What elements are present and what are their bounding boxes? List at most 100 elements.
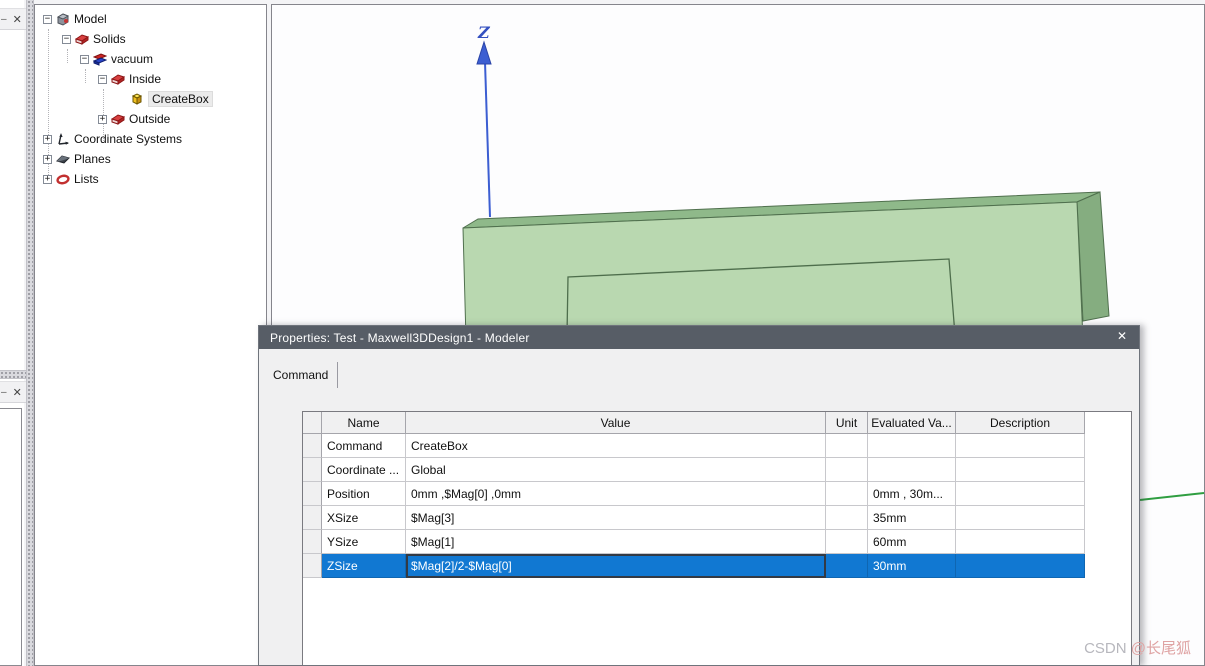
group-icon bbox=[110, 72, 126, 86]
row-header-cell[interactable] bbox=[303, 554, 322, 578]
table-row-selected[interactable]: ZSize $Mag[2]/2-$Mag[0] 30mm bbox=[303, 554, 1131, 578]
tree-item-coordinate-systems[interactable]: + Coordinate Systems bbox=[35, 129, 266, 149]
z-axis-label: Z bbox=[478, 23, 490, 42]
properties-grid: Name Value Unit Evaluated Va... Descript… bbox=[302, 411, 1132, 665]
collapse-icon[interactable]: − bbox=[98, 74, 107, 84]
row-header-cell[interactable] bbox=[303, 506, 322, 530]
table-row[interactable]: XSize $Mag[3] 35mm bbox=[303, 506, 1131, 530]
cell-description[interactable] bbox=[956, 434, 1085, 458]
tree-item-label[interactable]: vacuum bbox=[111, 52, 153, 66]
watermark-suffix: @长尾狐 bbox=[1130, 640, 1191, 657]
createbox-icon bbox=[130, 92, 144, 106]
expand-icon[interactable]: + bbox=[43, 134, 52, 144]
dialog-titlebar[interactable]: Properties: Test - Maxwell3DDesign1 - Mo… bbox=[259, 326, 1139, 349]
tree-item-label[interactable]: Lists bbox=[74, 172, 99, 186]
cell-unit[interactable] bbox=[826, 482, 868, 506]
close-icon[interactable]: ✕ bbox=[13, 386, 22, 399]
collapse-icon[interactable]: − bbox=[80, 54, 89, 64]
horizontal-splitter[interactable] bbox=[0, 370, 26, 379]
cell-evaluated bbox=[868, 434, 956, 458]
tree-item-planes[interactable]: + Planes bbox=[35, 149, 266, 169]
cell-description[interactable] bbox=[956, 458, 1085, 482]
watermark: CSDN @长尾狐 bbox=[1084, 637, 1191, 658]
cell-value[interactable]: $Mag[1] bbox=[406, 530, 826, 554]
cell-name[interactable]: Position bbox=[322, 482, 406, 506]
expand-icon[interactable]: + bbox=[43, 174, 52, 184]
watermark-prefix: CSDN bbox=[1084, 640, 1131, 657]
table-row[interactable]: Coordinate ... Global bbox=[303, 458, 1131, 482]
material-icon bbox=[92, 52, 108, 66]
dock-titlebar-bottom: – ✕ bbox=[0, 381, 26, 403]
cell-evaluated: 60mm bbox=[868, 530, 956, 554]
table-row[interactable]: Command CreateBox bbox=[303, 434, 1131, 458]
cell-value[interactable]: 0mm ,$Mag[0] ,0mm bbox=[406, 482, 826, 506]
collapse-icon[interactable]: − bbox=[62, 34, 71, 44]
tree-item-inside[interactable]: − Inside bbox=[35, 69, 266, 89]
expand-icon[interactable]: + bbox=[43, 154, 52, 164]
application-window: – ✕ – ✕ − Model − Solids − vacuum − Insi… bbox=[0, 0, 1205, 666]
row-header-cell[interactable] bbox=[303, 482, 322, 506]
tab-command[interactable]: Command bbox=[271, 362, 339, 388]
cell-name[interactable]: XSize bbox=[322, 506, 406, 530]
dock-pin-icon[interactable]: – bbox=[1, 14, 7, 25]
tree-item-label[interactable]: CreateBox bbox=[148, 91, 213, 107]
tree-item-label[interactable]: Solids bbox=[93, 32, 126, 46]
dock-titlebar-top: – ✕ bbox=[0, 8, 26, 30]
table-row[interactable]: YSize $Mag[1] 60mm bbox=[303, 530, 1131, 554]
cell-unit[interactable] bbox=[826, 554, 868, 578]
tree-item-createbox[interactable]: CreateBox bbox=[35, 89, 266, 109]
tree-item-label[interactable]: Model bbox=[74, 12, 107, 26]
row-header-cell[interactable] bbox=[303, 458, 322, 482]
cell-unit[interactable] bbox=[826, 434, 868, 458]
cell-name[interactable]: Coordinate ... bbox=[322, 458, 406, 482]
tree-item-model[interactable]: − Model bbox=[35, 9, 266, 29]
row-header-cell[interactable] bbox=[303, 434, 322, 458]
column-header-evaluated[interactable]: Evaluated Va... bbox=[868, 412, 956, 434]
column-header-description[interactable]: Description bbox=[956, 412, 1085, 434]
model-icon bbox=[56, 12, 70, 26]
table-row[interactable]: Position 0mm ,$Mag[0] ,0mm 0mm , 30m... bbox=[303, 482, 1131, 506]
cell-description[interactable] bbox=[956, 554, 1085, 578]
grid-header-row: Name Value Unit Evaluated Va... Descript… bbox=[303, 412, 1131, 434]
tree-item-label[interactable]: Outside bbox=[129, 112, 170, 126]
vertical-splitter[interactable] bbox=[26, 0, 34, 666]
close-icon[interactable]: ✕ bbox=[1114, 329, 1130, 343]
dialog-tab-strip: Command bbox=[271, 362, 339, 388]
tree-item-label[interactable]: Coordinate Systems bbox=[74, 132, 182, 146]
tree-item-label[interactable]: Planes bbox=[74, 152, 111, 166]
cell-description[interactable] bbox=[956, 506, 1085, 530]
cell-unit[interactable] bbox=[826, 458, 868, 482]
dialog-title: Properties: Test - Maxwell3DDesign1 - Mo… bbox=[270, 330, 530, 345]
group-icon bbox=[110, 112, 126, 126]
collapse-icon[interactable]: − bbox=[43, 14, 52, 24]
tree-item-lists[interactable]: + Lists bbox=[35, 169, 266, 189]
cell-unit[interactable] bbox=[826, 530, 868, 554]
close-icon[interactable]: ✕ bbox=[13, 13, 22, 26]
tree-item-vacuum[interactable]: − vacuum bbox=[35, 49, 266, 69]
column-header-name[interactable]: Name bbox=[322, 412, 406, 434]
tree-item-solids[interactable]: − Solids bbox=[35, 29, 266, 49]
cell-value[interactable]: $Mag[3] bbox=[406, 506, 826, 530]
z-axis-arrowhead bbox=[476, 40, 492, 65]
cell-value[interactable]: CreateBox bbox=[406, 434, 826, 458]
row-header-cell[interactable] bbox=[303, 530, 322, 554]
cell-value-focused[interactable]: $Mag[2]/2-$Mag[0] bbox=[406, 554, 826, 578]
lists-icon bbox=[56, 172, 70, 186]
expand-icon[interactable]: + bbox=[98, 114, 107, 124]
cell-description[interactable] bbox=[956, 530, 1085, 554]
y-axis-line bbox=[1139, 492, 1204, 501]
solids-icon bbox=[74, 32, 90, 46]
cell-description[interactable] bbox=[956, 482, 1085, 506]
cell-unit[interactable] bbox=[826, 506, 868, 530]
cell-name[interactable]: YSize bbox=[322, 530, 406, 554]
cell-name[interactable]: Command bbox=[322, 434, 406, 458]
tree-item-label[interactable]: Inside bbox=[129, 72, 161, 86]
column-header-value[interactable]: Value bbox=[406, 412, 826, 434]
dock-pin-icon[interactable]: – bbox=[1, 387, 7, 398]
column-header-unit[interactable]: Unit bbox=[826, 412, 868, 434]
cell-name[interactable]: ZSize bbox=[322, 554, 406, 578]
cell-value[interactable]: Global bbox=[406, 458, 826, 482]
cell-evaluated: 0mm , 30m... bbox=[868, 482, 956, 506]
tree-item-outside[interactable]: + Outside bbox=[35, 109, 266, 129]
planes-icon bbox=[56, 152, 70, 166]
